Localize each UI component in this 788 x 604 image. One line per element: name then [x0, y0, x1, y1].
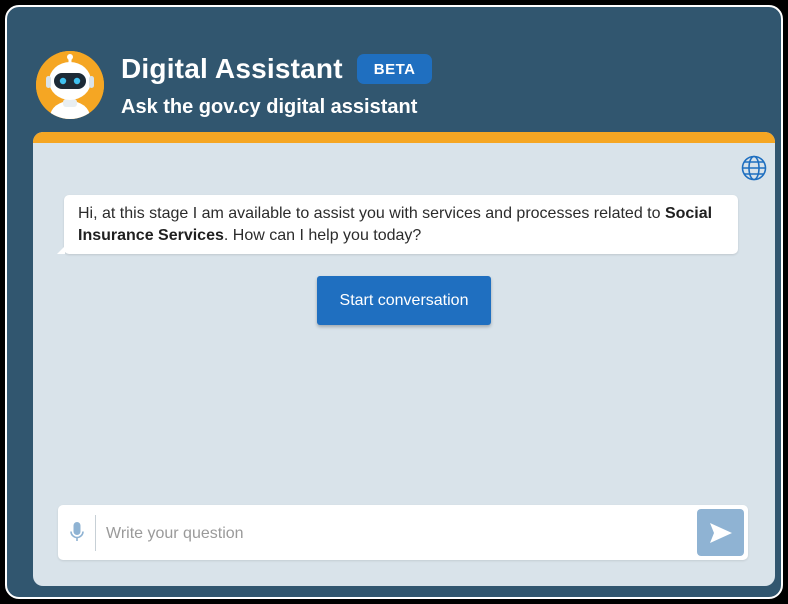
beta-badge: BETA	[356, 54, 433, 84]
message-composer	[58, 505, 748, 560]
chat-header: Digital Assistant BETA Ask the gov.cy di…	[7, 7, 781, 135]
assistant-subtitle: Ask the gov.cy digital assistant	[121, 96, 418, 118]
assistant-title: Digital Assistant	[121, 53, 343, 84]
bot-message-bubble: Hi, at this stage I am available to assi…	[57, 195, 738, 254]
robot-avatar-icon	[36, 51, 104, 119]
composer-divider	[95, 515, 96, 551]
chat-panel: Hi, at this stage I am available to assi…	[33, 132, 775, 586]
globe-icon[interactable]	[740, 154, 768, 182]
chat-widget: Digital Assistant BETA Ask the gov.cy di…	[5, 5, 783, 599]
title-row: Digital Assistant BETA	[121, 53, 433, 85]
question-input[interactable]	[104, 517, 688, 551]
accent-bar	[33, 132, 775, 143]
send-icon	[709, 522, 732, 543]
send-button[interactable]	[697, 509, 744, 556]
message-text: Hi, at this stage I am available to assi…	[78, 205, 665, 222]
message-text-end: . How can I help you today?	[223, 227, 422, 244]
start-conversation-button[interactable]: Start conversation	[317, 276, 491, 325]
microphone-icon[interactable]	[69, 521, 85, 545]
